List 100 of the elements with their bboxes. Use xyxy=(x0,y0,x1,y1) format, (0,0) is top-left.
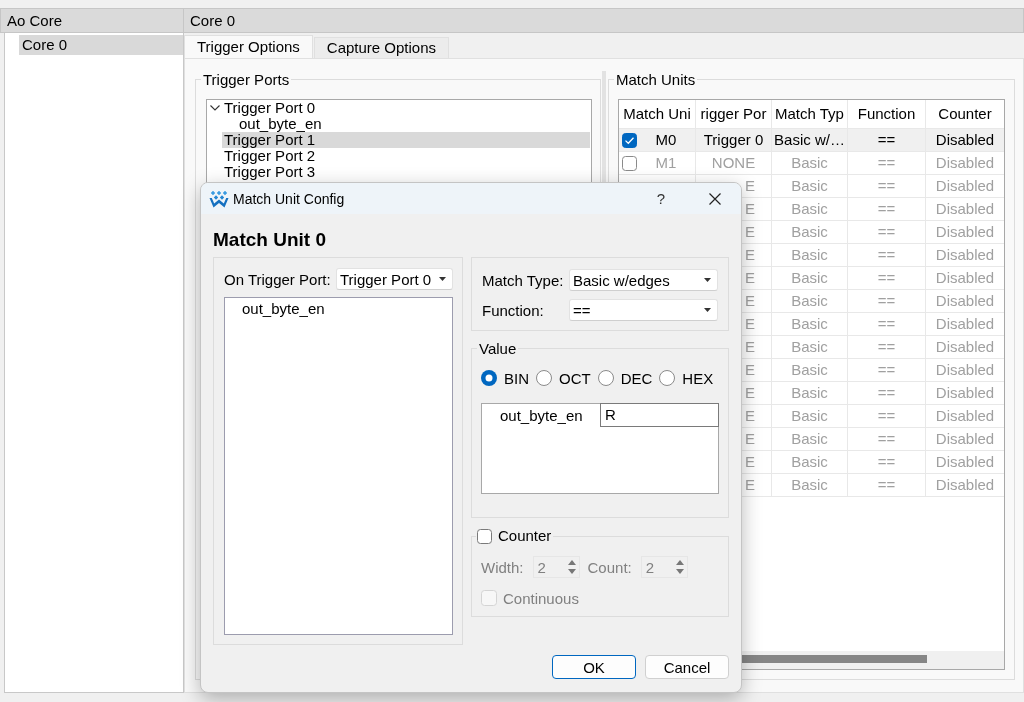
table-cell: E xyxy=(745,315,755,332)
table-cell: Basic xyxy=(772,451,848,473)
table-cell: == xyxy=(848,290,926,312)
caret-icon xyxy=(439,277,446,281)
table-cell: Basic xyxy=(772,359,848,381)
table-cell: == xyxy=(848,129,926,151)
table-cell-text: Disabled xyxy=(934,291,996,311)
table-cell: == xyxy=(848,175,926,197)
table-cell: E xyxy=(745,476,755,493)
tree-item[interactable]: Trigger Port 1 xyxy=(222,132,590,148)
trigger-port-dropdown[interactable]: Trigger Port 0 xyxy=(336,268,453,290)
value-input-field[interactable]: R xyxy=(600,403,719,427)
table-cell: E xyxy=(745,430,755,447)
table-cell: Basic xyxy=(772,428,848,450)
table-cell: E xyxy=(745,361,755,378)
table-cell-text: Disabled xyxy=(934,475,996,495)
field-label: Match Type: xyxy=(482,271,565,289)
up-arrow-icon[interactable] xyxy=(675,560,684,565)
table-cell: Basic xyxy=(772,405,848,427)
table-row[interactable]: M0 Trigger 0 Basic w/… == Disabled xyxy=(619,129,1004,152)
table-cell: Basic xyxy=(772,290,848,312)
table-cell: Basic xyxy=(772,474,848,496)
spin-field[interactable]: 2 xyxy=(532,556,580,578)
signal-name: out_byte_en xyxy=(499,406,584,426)
table-cell: Basic xyxy=(772,382,848,404)
table-cell: == xyxy=(848,244,926,266)
table-cell: == xyxy=(848,359,926,381)
table-cell: Trigger 0 xyxy=(696,129,772,151)
down-arrow-icon[interactable] xyxy=(567,569,576,574)
radio-option[interactable]: BIN xyxy=(481,369,529,387)
horizontal-scrollbar[interactable] xyxy=(742,651,1004,669)
checkbox[interactable] xyxy=(477,528,492,544)
table-cell-text: Disabled xyxy=(934,314,996,334)
table-cell-text: Disabled xyxy=(934,452,996,472)
table-cell: == xyxy=(848,267,926,289)
table-cell: E xyxy=(745,223,755,240)
field-label: Count: xyxy=(587,558,632,576)
column-header[interactable]: Match Uni xyxy=(619,100,696,128)
field-label: On Trigger Port: xyxy=(224,270,332,288)
ok-button[interactable]: OK xyxy=(552,655,636,679)
core-list-item[interactable]: Core 0 xyxy=(19,35,183,55)
list-item[interactable]: out_byte_en xyxy=(225,299,452,319)
table-cell: E xyxy=(745,269,755,286)
table-cell: == xyxy=(848,405,926,427)
tree-item[interactable]: out_byte_en xyxy=(237,116,590,132)
table-cell: E xyxy=(745,200,755,217)
table-cell: Basic w/… xyxy=(772,129,848,151)
panel-header: Ao Core xyxy=(0,8,184,33)
chevron-down-icon[interactable] xyxy=(210,105,220,111)
caret-icon xyxy=(704,278,711,282)
table-cell: Basic xyxy=(772,313,848,335)
logo-icon xyxy=(209,189,229,208)
scrollbar-thumb[interactable] xyxy=(742,655,927,663)
function-dropdown[interactable]: == xyxy=(569,299,718,321)
group-title: Value xyxy=(478,340,518,357)
tree-item[interactable]: Trigger Port 0 xyxy=(222,100,590,116)
column-header[interactable]: Counter xyxy=(926,100,1004,128)
down-arrow-icon[interactable] xyxy=(675,569,684,574)
table-cell: Basic xyxy=(772,267,848,289)
tab[interactable]: Capture Options xyxy=(313,37,450,58)
up-arrow-icon[interactable] xyxy=(567,560,576,565)
checkbox-label[interactable]: Continuous xyxy=(503,589,579,607)
table-cell: Basic xyxy=(772,336,848,358)
field-label: Function: xyxy=(482,301,545,319)
table-cell-text: Disabled xyxy=(934,406,996,426)
column-header[interactable]: rigger Por xyxy=(696,100,772,128)
table-cell-text: Disabled xyxy=(934,130,996,150)
table-cell: == xyxy=(848,428,926,450)
table-cell: E xyxy=(745,453,755,470)
column-header[interactable]: Function xyxy=(848,100,926,128)
table-cell-text: Disabled xyxy=(934,360,996,380)
group-title: Match Units xyxy=(615,71,697,88)
table-cell: E xyxy=(745,338,755,355)
tree-item[interactable]: Trigger Port 2 xyxy=(222,148,590,164)
checkbox[interactable] xyxy=(622,132,637,148)
table-cell: E xyxy=(745,384,755,401)
checkbox-label[interactable]: Counter xyxy=(498,528,552,544)
table-cell: Basic xyxy=(772,175,848,197)
tree-item[interactable]: Trigger Port 3 xyxy=(222,164,590,180)
table-cell: == xyxy=(848,221,926,243)
table-cell: E xyxy=(745,177,755,194)
column-header[interactable]: Match Typ xyxy=(772,100,848,128)
table-cell: Basic xyxy=(772,244,848,266)
table-cell: == xyxy=(848,152,926,174)
table-cell-text: Disabled xyxy=(934,245,996,265)
checkbox[interactable] xyxy=(622,155,637,171)
match-type-dropdown[interactable]: Basic w/edges xyxy=(569,269,718,291)
cancel-button[interactable]: Cancel xyxy=(645,655,729,679)
panel-header: Core 0 xyxy=(184,8,1024,33)
close-icon xyxy=(709,192,721,205)
field-label: Width: xyxy=(481,558,524,576)
radio-option[interactable]: OCT xyxy=(536,369,591,387)
dialog-title: Match Unit Config xyxy=(233,190,345,207)
table-cell-text: Disabled xyxy=(934,222,996,242)
caret-icon xyxy=(704,308,711,312)
table-cell: == xyxy=(848,451,926,473)
tab[interactable]: Trigger Options xyxy=(184,35,313,58)
table-cell: == xyxy=(848,336,926,358)
table-cell-text: Disabled xyxy=(934,429,996,449)
spin-field[interactable]: 2 xyxy=(640,556,688,578)
